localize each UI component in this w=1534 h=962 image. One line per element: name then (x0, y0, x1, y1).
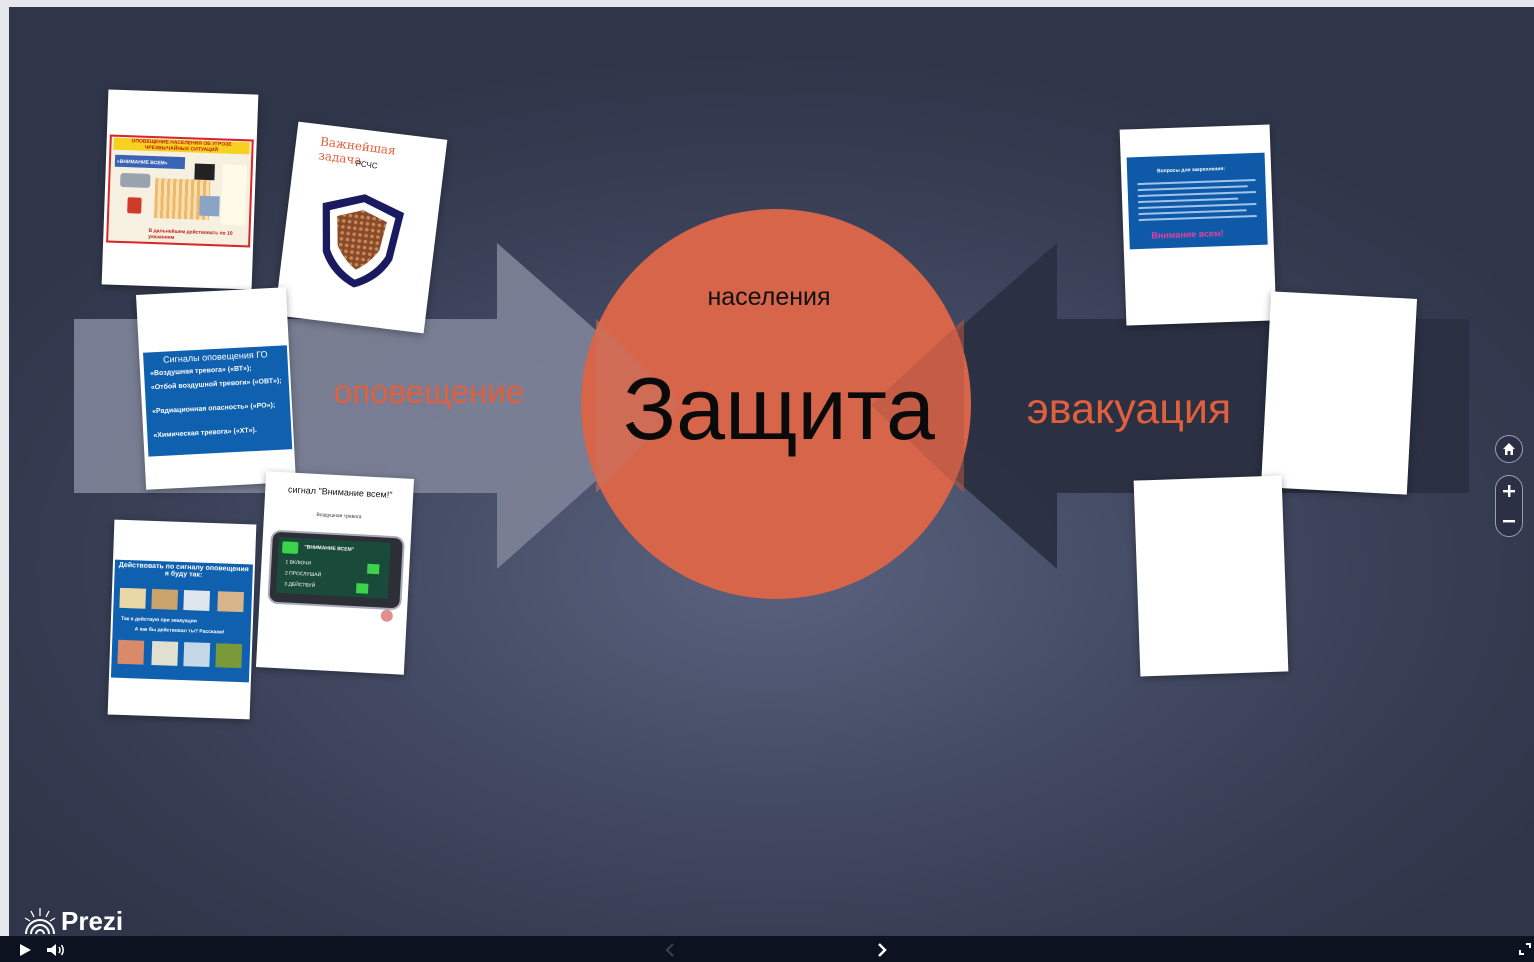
slide-card-key-task[interactable]: Важнейшая задача РСЧС (274, 121, 448, 334)
actions-line-2: А как бы действовал ты? Расскажи! (134, 626, 225, 636)
previous-button[interactable] (664, 943, 676, 962)
slide-card-blank-2[interactable] (1133, 475, 1289, 677)
subtitle-text: населения (707, 283, 831, 311)
questions-title: Вопросы для закрепления: (1156, 166, 1226, 175)
slide-card-attention-signal[interactable]: сигнал "Внимание всем!" Воздушная тревог… (255, 471, 415, 675)
slide-card-civil-defense-signals[interactable]: Сигналы оповещения ГО «Воздушная тревога… (136, 287, 296, 490)
poster-header: ОПОВЕЩЕНИЕ НАСЕЛЕНИЯ ОБ УГРОЗЕ ЧРЕЗВЫЧАЙ… (113, 137, 250, 155)
zoom-in-button[interactable] (1502, 476, 1516, 506)
volume-button[interactable] (46, 943, 66, 962)
slide-card-review-questions[interactable]: Вопросы для закрепления: Внимание всем! (1119, 124, 1277, 326)
poster-footer: В дальнейшем действовать по 10 указаниям (148, 227, 233, 241)
fullscreen-button[interactable] (1518, 942, 1532, 961)
fullscreen-icon (1519, 943, 1531, 955)
left-label: оповещение (333, 373, 525, 410)
signals-title: Сигналы оповещения ГО (162, 349, 268, 365)
phone-step-1: 1 ВКЛЮЧИ (285, 559, 312, 567)
right-label: эвакуация (1026, 385, 1232, 433)
shield-icon (322, 194, 405, 288)
signals-item-4: «Химическая тревога» («ХТ»). (153, 426, 258, 440)
slide-card-alert-poster[interactable]: ОПОВЕЩЕНИЕ НАСЕЛЕНИЯ ОБ УГРОЗЕ ЧРЕЗВЫЧАЙ… (101, 89, 259, 290)
signals-item-2: «Отбой воздушной тревоги» («ОВТ»); (150, 377, 282, 392)
signals-item-1: «Воздушная тревога» («ВТ»); (149, 365, 252, 378)
attention-subtitle: Воздушная тревога (316, 511, 362, 521)
player-control-bar (0, 936, 1534, 962)
slide-card-actions[interactable]: Действовать по сигналу оповещения я буду… (107, 519, 257, 720)
phone-step-3: 3 ДЕЙСТВУЙ (284, 581, 316, 589)
phone-screen-title: "ВНИМАНИЕ ВСЕМ" (304, 544, 355, 553)
play-button[interactable] (18, 943, 32, 962)
home-button[interactable] (1495, 435, 1523, 463)
home-icon (1503, 443, 1515, 455)
actions-line-1: Так я действую при эвакуации (120, 615, 197, 625)
actions-title: Действовать по сигналу оповещения я буду… (118, 561, 249, 579)
slide-card-blank-1[interactable] (1260, 291, 1418, 495)
plus-icon (1503, 485, 1515, 497)
phone-step-2: 2 ПРОСЛУШАЙ (284, 570, 322, 579)
phone-illustration: "ВНИМАНИЕ ВСЕМ" 1 ВКЛЮЧИ 2 ПРОСЛУШАЙ 3 Д… (267, 529, 406, 611)
attention-title: сигнал "Внимание всем!" (287, 484, 393, 500)
main-title: Защита (623, 359, 935, 458)
questions-banner: Внимание всем! (1151, 228, 1224, 241)
signals-item-3: «Радиационная опасность» («РО»); (151, 401, 276, 416)
chevron-left-icon (665, 943, 674, 957)
prezi-canvas[interactable]: населения Защита оповещение эвакуация ОП… (9, 7, 1534, 936)
prezi-logo: Prezi (23, 905, 123, 936)
prezi-logo-text: Prezi (61, 905, 124, 936)
chevron-right-icon (878, 943, 887, 957)
next-button[interactable] (876, 943, 888, 962)
play-icon (20, 944, 31, 956)
prezi-logo-icon (24, 908, 56, 935)
volume-icon (47, 944, 64, 956)
minus-icon (1503, 520, 1515, 523)
zoom-control (1495, 475, 1523, 537)
zoom-out-button[interactable] (1502, 506, 1516, 536)
